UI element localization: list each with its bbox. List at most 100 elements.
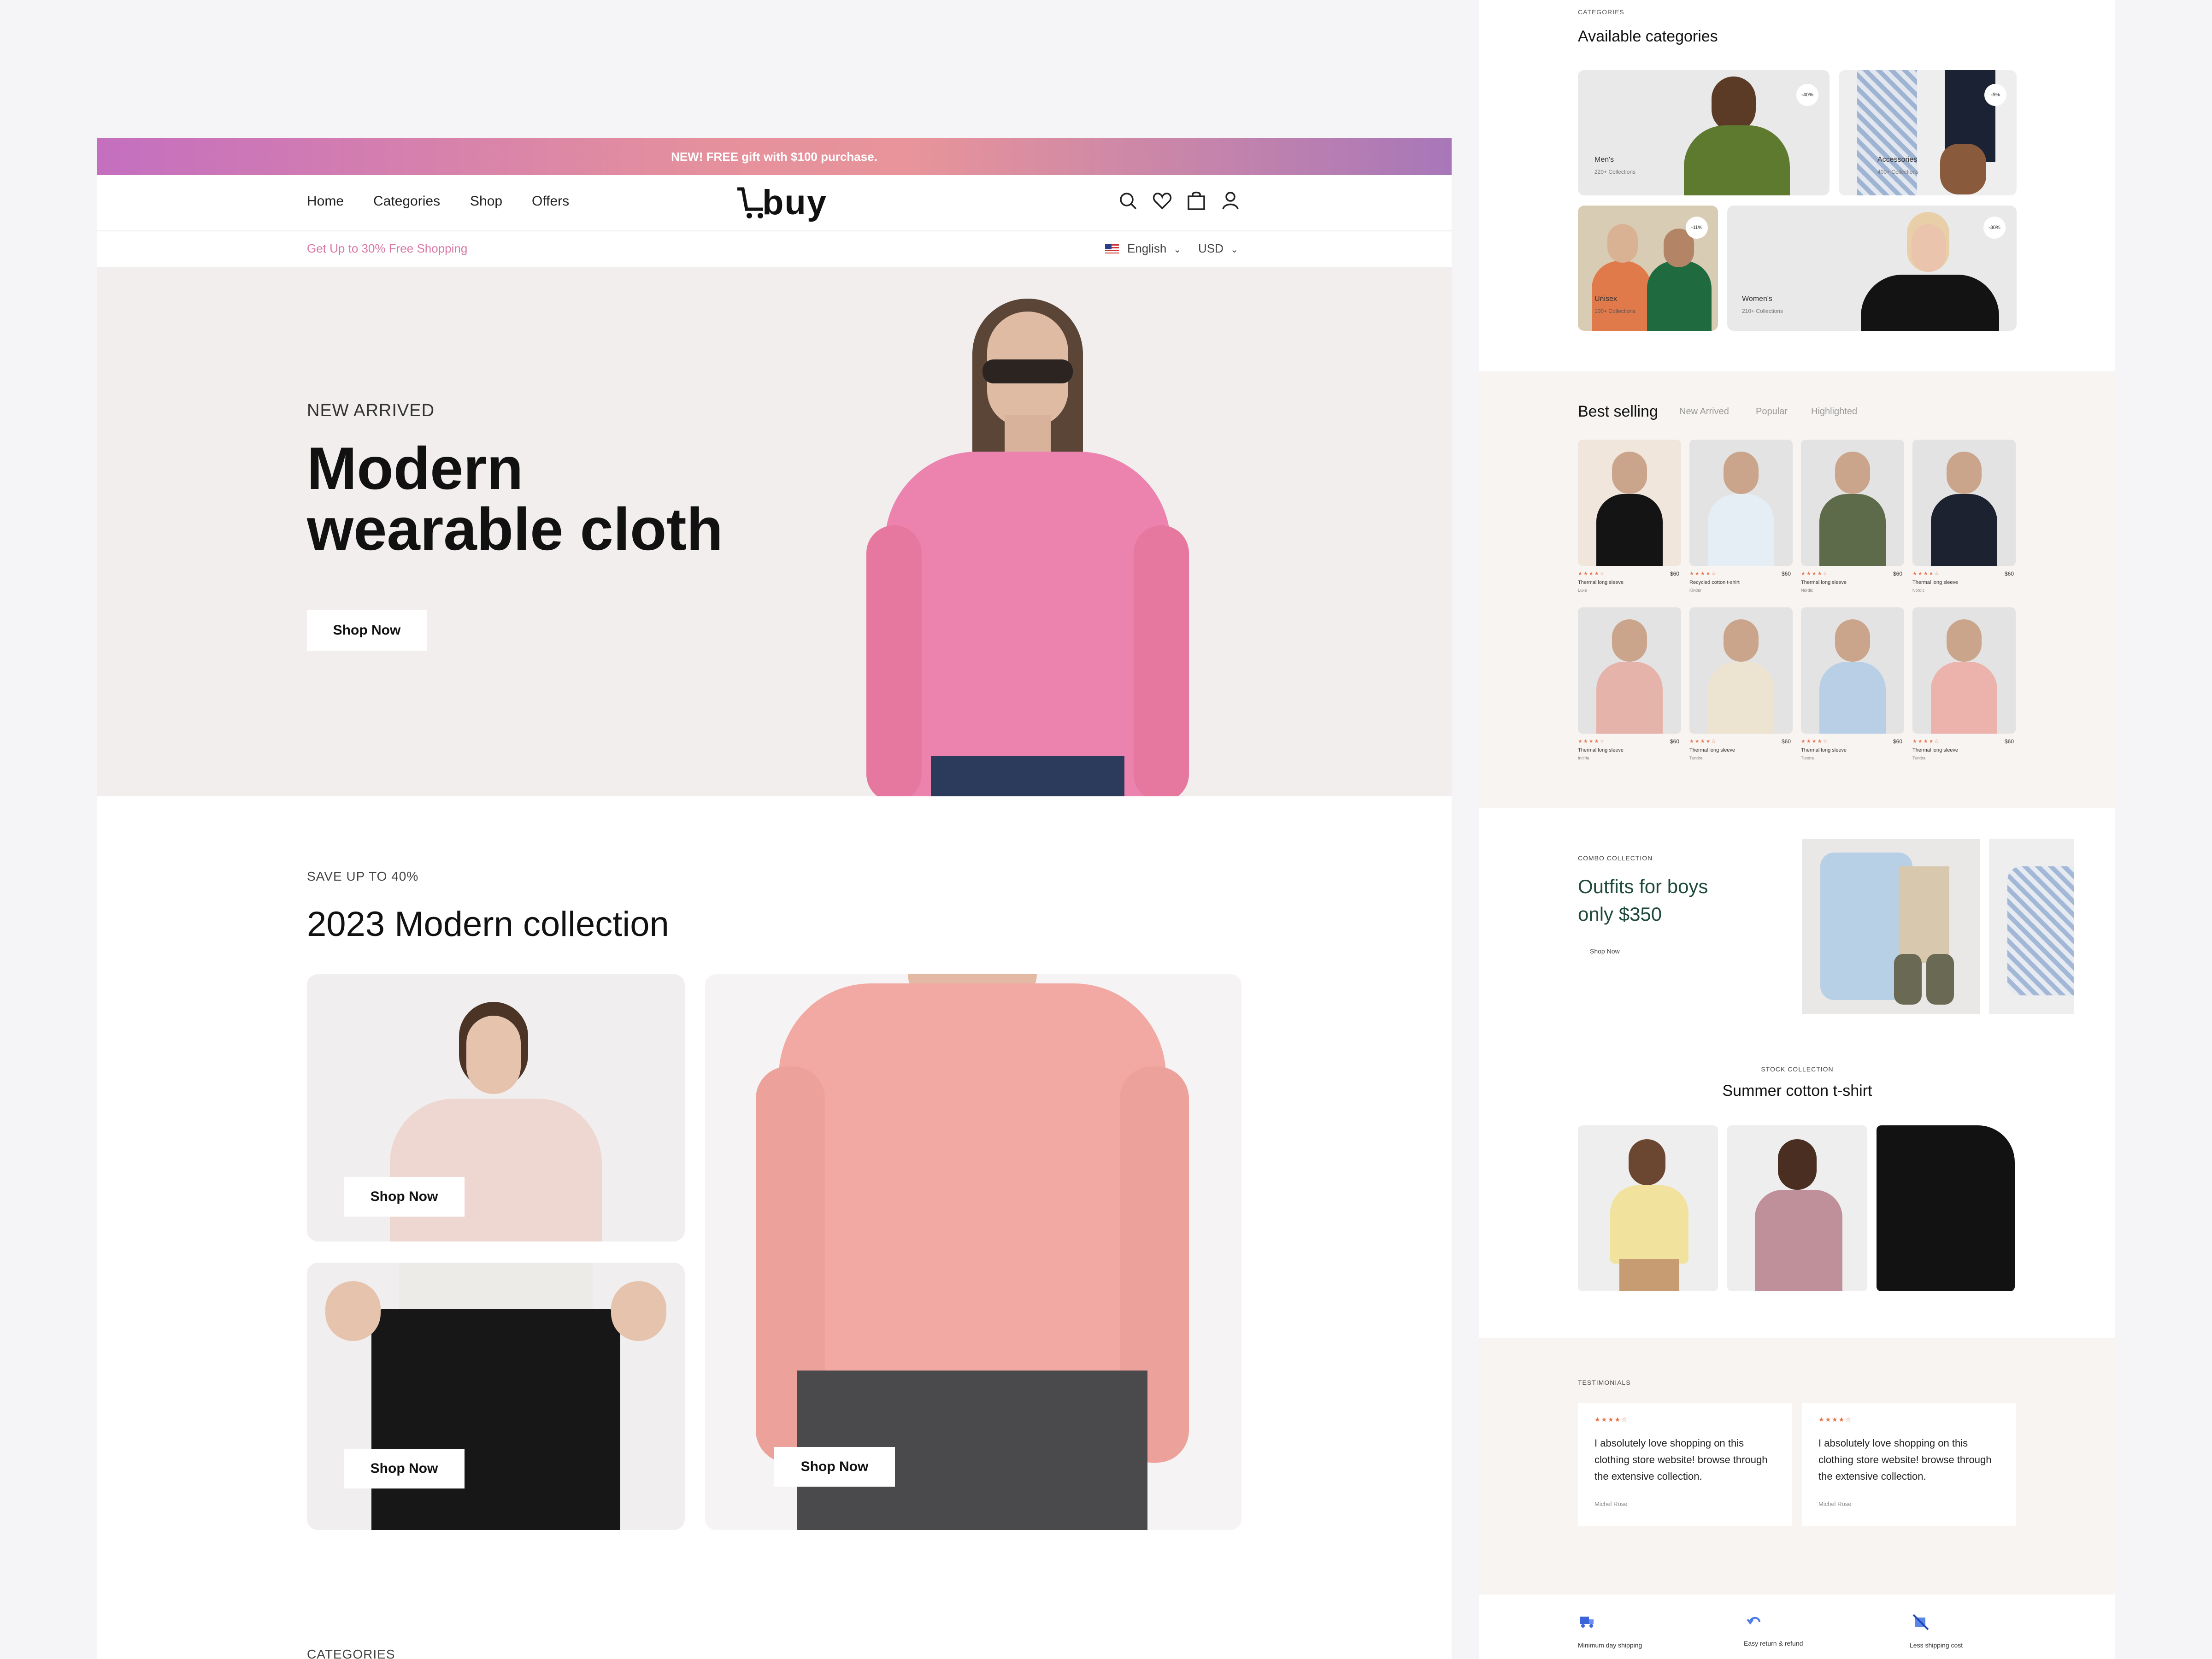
product-image bbox=[1801, 440, 1904, 566]
currency-select[interactable]: USD ⌄ bbox=[1198, 241, 1238, 256]
collection-card-top-left[interactable]: Shop Now bbox=[307, 974, 685, 1241]
sections-mockup: CATEGORIES Available categories Men's 22… bbox=[1479, 0, 2115, 1659]
feature-return: Easy return & refund bbox=[1744, 1613, 1882, 1659]
product-card[interactable]: ★★★★☆ $60 Thermal long sleeve Nordic bbox=[1912, 440, 2016, 596]
product-price: $60 bbox=[1893, 738, 1902, 745]
category-card-unisex[interactable]: Unisex 100+ Collections -11% bbox=[1578, 206, 1718, 331]
category-sub: 220+ Collections bbox=[1594, 169, 1636, 175]
homepage-mockup: NEW! FREE gift with $100 purchase. Home … bbox=[97, 138, 1452, 1659]
product-card[interactable]: ★★★★☆ $60 Recycled cotton t-shirt Kinder bbox=[1689, 440, 1793, 596]
feature-label: Minimum day shipping bbox=[1578, 1641, 1642, 1649]
best-selling-section: Best selling New Arrived Popular Highlig… bbox=[1479, 371, 2115, 808]
language-select[interactable]: English ⌄ bbox=[1127, 241, 1181, 256]
testimonial-stars: ★★★★☆ bbox=[1818, 1416, 1852, 1423]
stock-image-1[interactable] bbox=[1578, 1125, 1718, 1291]
stock-title: Summer cotton t-shirt bbox=[1722, 1082, 1872, 1100]
categories-eyebrow: CATEGORIES bbox=[1578, 8, 1624, 16]
logo-text: buy bbox=[762, 183, 828, 222]
nav-link-shop[interactable]: Shop bbox=[470, 194, 502, 209]
category-card-mens[interactable]: Men's 220+ Collections -40% bbox=[1578, 70, 1830, 195]
product-card[interactable]: ★★★★☆ $60 Thermal long sleeve Nordic bbox=[1801, 440, 1904, 596]
main-nav: Home Categories Shop Offers buy bbox=[97, 175, 1452, 231]
hero-eyebrow: NEW ARRIVED bbox=[307, 401, 435, 420]
product-card[interactable]: ★★★★☆ $60 Thermal long sleeve Luxe bbox=[1578, 440, 1681, 596]
testimonials-eyebrow: TESTIMONIALS bbox=[1578, 1379, 1631, 1386]
product-rating: ★★★★☆ bbox=[1689, 571, 1717, 577]
tab-popular[interactable]: Popular bbox=[1756, 406, 1788, 417]
product-grid: ★★★★☆ $60 Thermal long sleeve Luxe ★★★★☆… bbox=[1578, 440, 2017, 790]
collection-card-large[interactable]: Shop Now bbox=[705, 974, 1241, 1530]
testimonial-author: Michel Rose bbox=[1818, 1500, 1852, 1507]
hero-shop-now-button[interactable]: Shop Now bbox=[307, 610, 427, 651]
combo-title-line1: Outfits for boys bbox=[1578, 876, 1708, 897]
logo[interactable]: buy bbox=[735, 182, 836, 223]
category-sub: 100+ Collections bbox=[1594, 308, 1636, 314]
hero-title-line1: Modern bbox=[307, 435, 524, 502]
chevron-down-icon: ⌄ bbox=[1173, 245, 1182, 255]
promo-text: NEW! FREE gift with $100 purchase. bbox=[671, 149, 877, 164]
product-sub: Nordic bbox=[1801, 588, 1813, 593]
return-icon bbox=[1746, 1613, 1764, 1630]
bag-icon[interactable] bbox=[1186, 190, 1206, 211]
tab-highlighted[interactable]: Highlighted bbox=[1811, 406, 1857, 417]
sub-bar: Get Up to 30% Free Shopping English ⌄ US… bbox=[97, 230, 1452, 267]
tab-new-arrived[interactable]: New Arrived bbox=[1679, 406, 1729, 417]
product-card[interactable]: ★★★★☆ $60 Thermal long sleeve Tundra bbox=[1801, 607, 1904, 764]
nav-link-home[interactable]: Home bbox=[307, 194, 344, 209]
combo-eyebrow: COMBO COLLECTION bbox=[1578, 854, 1653, 862]
combo-title: Outfits for boys only $350 bbox=[1578, 873, 1708, 928]
combo-image-2 bbox=[1989, 839, 2074, 1014]
feature-shipping-cost: Less shipping cost bbox=[1910, 1613, 2048, 1659]
product-rating: ★★★★☆ bbox=[1689, 739, 1717, 744]
product-price: $60 bbox=[1670, 571, 1679, 577]
combo-title-line2: only $350 bbox=[1578, 903, 1662, 925]
product-name: Thermal long sleeve bbox=[1801, 747, 1847, 753]
category-name: Men's bbox=[1594, 156, 1614, 164]
user-icon[interactable] bbox=[1221, 191, 1240, 211]
collection-shop-now-button-1[interactable]: Shop Now bbox=[344, 1177, 465, 1217]
combo-shop-now-link[interactable]: Shop Now bbox=[1590, 947, 1620, 955]
product-name: Thermal long sleeve bbox=[1801, 580, 1847, 585]
feature-label: Easy return & refund bbox=[1744, 1640, 1803, 1647]
nav-link-categories[interactable]: Categories bbox=[373, 194, 440, 209]
testimonial-stars: ★★★★☆ bbox=[1594, 1416, 1628, 1423]
offer-text[interactable]: Get Up to 30% Free Shopping bbox=[307, 241, 467, 256]
promo-bar: NEW! FREE gift with $100 purchase. bbox=[97, 138, 1452, 175]
feature-shipping: Minimum day shipping bbox=[1578, 1613, 1716, 1659]
testimonial-text: I absolutely love shopping on this cloth… bbox=[1594, 1437, 1768, 1482]
bottom-categories-label: CATEGORIES bbox=[307, 1647, 395, 1659]
product-card[interactable]: ★★★★☆ $60 Thermal long sleeve Tundra bbox=[1912, 607, 2016, 764]
category-card-womens[interactable]: Women's 210+ Collections -30% bbox=[1727, 206, 2017, 331]
product-sub: Nordic bbox=[1912, 588, 1925, 593]
product-rating: ★★★★☆ bbox=[1801, 739, 1829, 744]
stock-eyebrow: STOCK COLLECTION bbox=[1761, 1065, 1834, 1073]
product-image bbox=[1689, 607, 1793, 734]
nav-link-offers[interactable]: Offers bbox=[532, 194, 569, 209]
product-name: Thermal long sleeve bbox=[1912, 747, 1959, 753]
stock-image-2[interactable] bbox=[1727, 1125, 1867, 1291]
discount-badge: -30% bbox=[1983, 217, 2006, 239]
heart-icon[interactable] bbox=[1152, 191, 1172, 211]
stock-image-3[interactable] bbox=[1877, 1125, 2017, 1291]
collection-card-bottom-left[interactable]: Shop Now bbox=[307, 1263, 685, 1530]
combo-image-1 bbox=[1802, 839, 1980, 1014]
product-price: $60 bbox=[2004, 571, 2014, 577]
hero-title: Modern wearable cloth bbox=[307, 438, 723, 559]
product-sub: Tundra bbox=[1801, 756, 1814, 760]
collection-shop-now-button-3[interactable]: Shop Now bbox=[774, 1447, 895, 1487]
collection-shop-now-button-2[interactable]: Shop Now bbox=[344, 1449, 465, 1488]
category-name: Unisex bbox=[1594, 295, 1617, 303]
product-card[interactable]: ★★★★☆ $60 Thermal long sleeve Indiria bbox=[1578, 607, 1681, 764]
category-name: Women's bbox=[1742, 295, 1772, 303]
feature-label: Less shipping cost bbox=[1910, 1641, 1963, 1649]
testimonial-card-2: ★★★★☆ I absolutely love shopping on this… bbox=[1802, 1403, 2016, 1526]
category-sub: 210+ Collections bbox=[1742, 308, 1783, 314]
testimonials-section: TESTIMONIALS ★★★★☆ I absolutely love sho… bbox=[1479, 1338, 2115, 1594]
product-card[interactable]: ★★★★☆ $60 Thermal long sleeve Tundra bbox=[1689, 607, 1793, 764]
product-rating: ★★★★☆ bbox=[1801, 571, 1829, 577]
category-card-accessories[interactable]: Accessories 400+ Collections -5% bbox=[1839, 70, 2017, 195]
search-icon[interactable] bbox=[1118, 191, 1138, 211]
product-name: Thermal long sleeve bbox=[1578, 747, 1624, 753]
hero-title-line2: wearable cloth bbox=[307, 495, 724, 563]
product-price: $60 bbox=[2004, 738, 2014, 745]
